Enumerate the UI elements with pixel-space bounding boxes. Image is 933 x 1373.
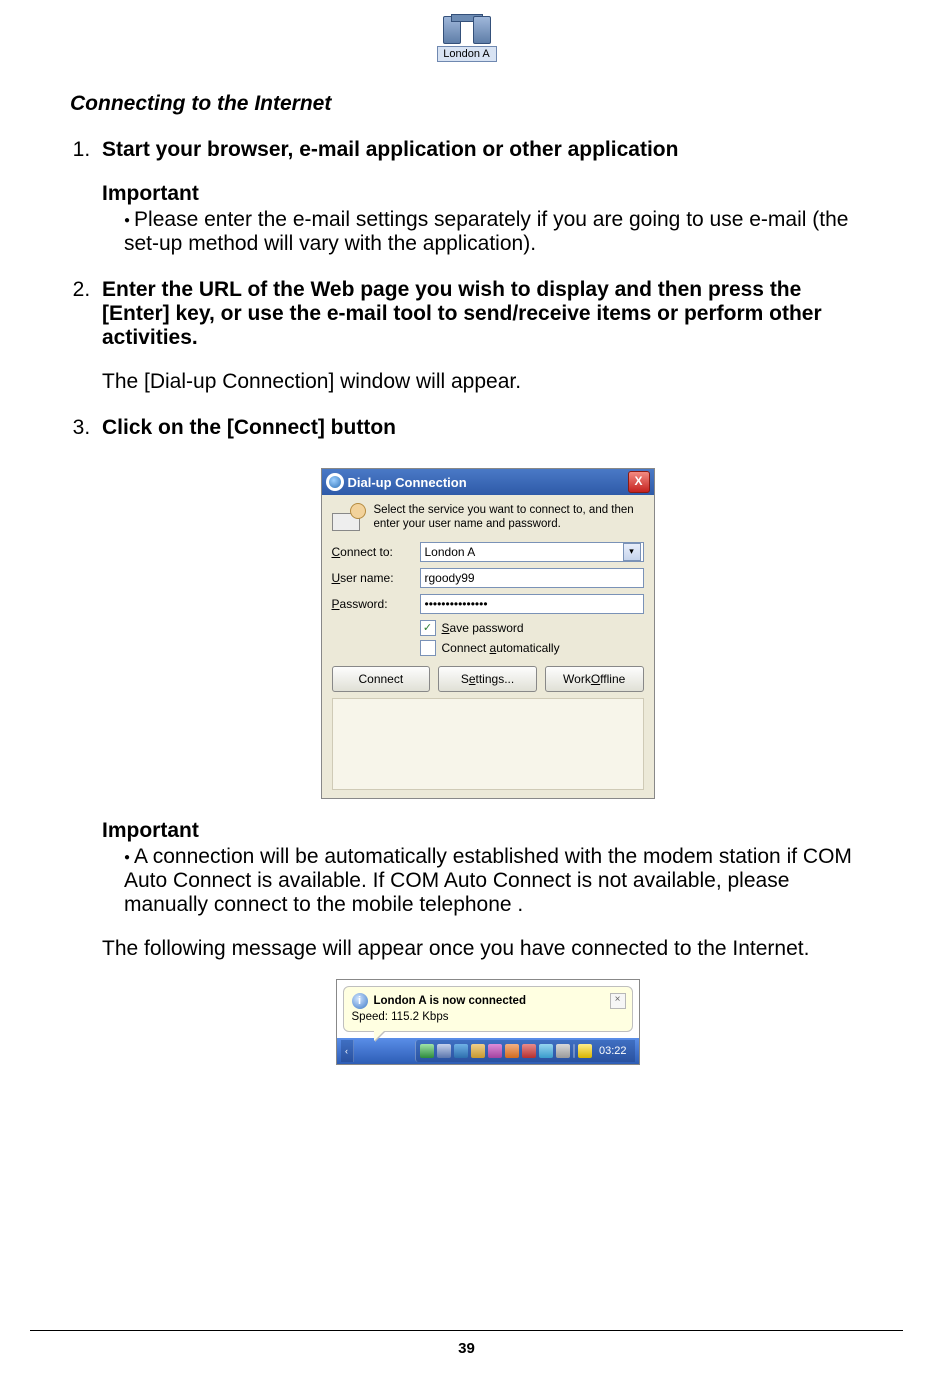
phone-pair-icon xyxy=(441,8,493,44)
balloon-close-icon[interactable]: × xyxy=(610,993,626,1009)
tray-alert-icon[interactable] xyxy=(578,1044,592,1058)
tray-app1-icon[interactable] xyxy=(488,1044,502,1058)
step-3-title: Click on the [Connect] button xyxy=(102,416,396,439)
important-heading-1: Important xyxy=(102,182,873,206)
tray-app3-icon[interactable] xyxy=(522,1044,536,1058)
step-1-title: Start your browser, e-mail application o… xyxy=(102,138,678,161)
username-input[interactable] xyxy=(420,568,644,588)
step-3: Click on the [Connect] button Dial-up Co… xyxy=(96,416,873,1065)
tray-network-icon[interactable] xyxy=(420,1044,434,1058)
tray-expand-icon[interactable]: ‹ xyxy=(341,1040,354,1062)
dialog-titlebar: Dial-up Connection X xyxy=(322,469,654,495)
connection-icon-label: London A xyxy=(437,46,497,62)
tray-volume-icon[interactable] xyxy=(437,1044,451,1058)
step-2-title: Enter the URL of the Web page you wish t… xyxy=(102,278,822,349)
connect-button[interactable]: Connect xyxy=(332,666,431,692)
info-icon: i xyxy=(352,993,368,1009)
connect-to-value: London A xyxy=(425,545,476,559)
dialog-intro-text: Select the service you want to connect t… xyxy=(374,503,644,532)
tray-search-icon[interactable] xyxy=(539,1044,553,1058)
connect-to-combo[interactable]: London A ▾ xyxy=(420,542,644,562)
close-icon[interactable]: X xyxy=(628,471,650,493)
step-2-after: The [Dial-up Connection] window will app… xyxy=(102,370,873,394)
footer-rule xyxy=(30,1330,903,1331)
work-offline-button[interactable]: Work Offline xyxy=(545,666,644,692)
system-tray: 03:22 xyxy=(415,1040,635,1062)
connect-auto-checkbox[interactable] xyxy=(420,640,436,656)
notification-balloon: i London A is now connected Speed: 115.2… xyxy=(343,986,633,1032)
chevron-down-icon[interactable]: ▾ xyxy=(623,543,641,561)
tray-gear-icon[interactable] xyxy=(556,1044,570,1058)
settings-button[interactable]: Settings... xyxy=(438,666,537,692)
tray-separator xyxy=(573,1044,575,1058)
page-number: 39 xyxy=(0,1340,933,1357)
connect-auto-row[interactable]: Connect automatically xyxy=(420,640,644,656)
balloon-speed: Speed: 115.2 Kbps xyxy=(352,1011,624,1023)
tray-shield-icon[interactable] xyxy=(471,1044,485,1058)
save-password-checkbox[interactable]: ✓ xyxy=(420,620,436,636)
tray-screenshot: i London A is now connected Speed: 115.2… xyxy=(336,979,640,1065)
bullet-icon: ● xyxy=(124,215,134,226)
step-1: Start your browser, e-mail application o… xyxy=(96,138,873,256)
connect-to-label: Connect to: xyxy=(332,545,412,559)
balloon-title: London A is now connected xyxy=(374,995,526,1007)
dialup-dialog: Dial-up Connection X Select the service … xyxy=(321,468,655,799)
save-password-row[interactable]: ✓ Save password xyxy=(420,620,644,636)
bullet-icon: ● xyxy=(124,852,134,863)
tray-app2-icon[interactable] xyxy=(505,1044,519,1058)
save-password-label: Save password xyxy=(442,621,524,635)
important-text-1: ●Please enter the e-mail settings separa… xyxy=(102,208,873,256)
taskbar: ‹ xyxy=(337,1038,639,1064)
password-label: Password: xyxy=(332,597,412,611)
connect-auto-label: Connect automatically xyxy=(442,641,560,655)
dialog-status-area xyxy=(332,698,644,790)
password-input[interactable] xyxy=(420,594,644,614)
dialog-app-icon xyxy=(326,473,344,491)
dialog-intro: Select the service you want to connect t… xyxy=(332,503,644,532)
important-text-2: ●A connection will be automatically esta… xyxy=(102,845,873,917)
tray-bluetooth-icon[interactable] xyxy=(454,1044,468,1058)
section-title: Connecting to the Internet xyxy=(70,92,873,116)
dialog-title: Dial-up Connection xyxy=(348,475,624,490)
modem-phone-icon xyxy=(332,503,366,531)
username-label: User name: xyxy=(332,571,412,585)
important-heading-2: Important xyxy=(102,819,873,843)
connection-icon-block: London A xyxy=(437,8,497,62)
step-3-after: The following message will appear once y… xyxy=(102,937,873,961)
balloon-tail-icon xyxy=(374,1031,384,1041)
step-2: Enter the URL of the Web page you wish t… xyxy=(96,278,873,394)
taskbar-clock[interactable]: 03:22 xyxy=(595,1045,631,1057)
